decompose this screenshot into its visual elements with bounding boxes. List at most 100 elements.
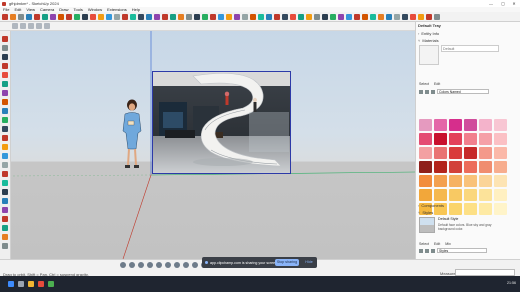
palette-dimension-icon[interactable] [2,243,8,249]
search-icon[interactable] [18,281,24,287]
preferences-icon[interactable] [418,13,424,20]
pan-tool-icon[interactable] [138,13,144,20]
orbit-icon[interactable] [120,262,126,268]
palette-rectangle-icon[interactable] [2,72,8,78]
color-swatch[interactable] [494,133,507,145]
color-swatch[interactable] [464,189,477,201]
color-swatch[interactable] [479,147,492,159]
color-swatch[interactable] [449,175,462,187]
walk-tool-icon[interactable] [162,13,168,20]
color-swatch[interactable] [464,161,477,173]
eraser-tool-icon[interactable] [10,13,16,20]
zoom-window-icon[interactable] [147,262,153,268]
palette-scale-icon[interactable] [2,126,8,132]
make-component-icon[interactable] [282,13,288,20]
color-swatch[interactable] [464,175,477,187]
color-swatch[interactable] [464,147,477,159]
palette-walk-icon[interactable] [2,216,8,222]
color-swatch[interactable] [494,119,507,131]
palette-section-icon[interactable] [2,225,8,231]
circle-tool-icon[interactable] [42,13,48,20]
hidden-line-style-icon[interactable] [250,13,256,20]
style-home-icon[interactable] [419,248,423,253]
rectangle-tool-icon[interactable] [34,13,40,20]
palette-zoom-icon[interactable] [2,198,8,204]
zoom-tool-icon[interactable] [146,13,152,20]
palette-arc-icon[interactable] [2,90,8,96]
color-swatch[interactable] [479,175,492,187]
paint-bucket-icon[interactable] [122,13,128,20]
palette-circle-icon[interactable] [2,81,8,87]
move-tool-icon[interactable] [66,13,72,20]
material-preview[interactable] [419,45,439,65]
imported-image[interactable] [152,71,291,174]
file-explorer-icon[interactable] [28,281,34,287]
back-arrow-icon[interactable] [425,89,429,94]
tape-measure-icon[interactable] [98,13,104,20]
fog-icon[interactable] [346,13,352,20]
minimize-button[interactable]: — [486,0,496,7]
browser-icon[interactable] [48,281,54,287]
undo-icon[interactable] [12,23,18,29]
palette-axes-icon[interactable] [2,234,8,240]
paste-icon[interactable] [44,23,50,29]
color-swatch[interactable] [494,203,507,215]
color-swatch[interactable] [434,147,447,159]
color-swatch[interactable] [434,175,447,187]
shaded-style-icon[interactable] [258,13,264,20]
shadows-icon[interactable] [338,13,344,20]
style-back-icon[interactable] [425,248,429,253]
line-tool-icon[interactable] [18,13,24,20]
color-swatch[interactable] [449,161,462,173]
color-swatch[interactable] [479,119,492,131]
orbit-tool-icon[interactable] [130,13,136,20]
cut-icon[interactable] [28,23,34,29]
close-button[interactable]: ✕ [509,0,519,7]
right-view-icon[interactable] [210,13,216,20]
geolocation-icon[interactable] [330,13,336,20]
style-forward-icon[interactable] [431,248,435,253]
tab-edit[interactable]: Edit [434,82,440,86]
arc-tool-icon[interactable] [26,13,32,20]
style-tab-edit[interactable]: Edit [434,242,440,246]
color-swatch[interactable] [449,133,462,145]
color-swatch[interactable] [419,147,432,159]
scale-tool-icon[interactable] [82,13,88,20]
palette-orbit-icon[interactable] [2,180,8,186]
outer-shell-icon[interactable] [378,13,384,20]
styles-header[interactable]: ˅ Styles [418,210,433,215]
sketchup-taskbar-icon[interactable] [38,281,44,287]
modeling-viewport[interactable] [11,31,415,259]
palette-pan-icon[interactable] [2,189,8,195]
color-swatch[interactable] [419,161,432,173]
color-swatch[interactable] [464,203,477,215]
follow-me-icon[interactable] [362,13,368,20]
palette-line-icon[interactable] [2,54,8,60]
dimension-tool-icon[interactable] [106,13,112,20]
monochrome-style-icon[interactable] [274,13,280,20]
previous-view-icon[interactable] [165,262,171,268]
color-swatch[interactable] [434,133,447,145]
look-icon[interactable] [192,262,198,268]
warehouse-icon[interactable] [306,13,312,20]
color-swatch[interactable] [494,189,507,201]
intersect-faces-icon[interactable] [370,13,376,20]
style-thumbnail[interactable] [419,217,435,233]
palette-select-icon[interactable] [2,36,8,42]
color-swatch[interactable] [434,119,447,131]
xray-style-icon[interactable] [234,13,240,20]
camera-icon[interactable] [174,262,180,268]
text-tool-icon[interactable] [114,13,120,20]
iso-view-icon[interactable] [186,13,192,20]
wireframe-style-icon[interactable] [242,13,248,20]
palette-eraser-icon[interactable] [2,45,8,51]
palette-pushpull-icon[interactable] [2,99,8,105]
solid-tools-icon[interactable] [290,13,296,20]
add-location-icon[interactable] [410,13,416,20]
home-icon[interactable] [419,89,423,94]
style-tab-mix[interactable]: Mix [445,242,451,246]
top-view-icon[interactable] [194,13,200,20]
color-swatch[interactable] [419,119,432,131]
settings-icon[interactable] [434,13,440,20]
color-swatch[interactable] [449,189,462,201]
